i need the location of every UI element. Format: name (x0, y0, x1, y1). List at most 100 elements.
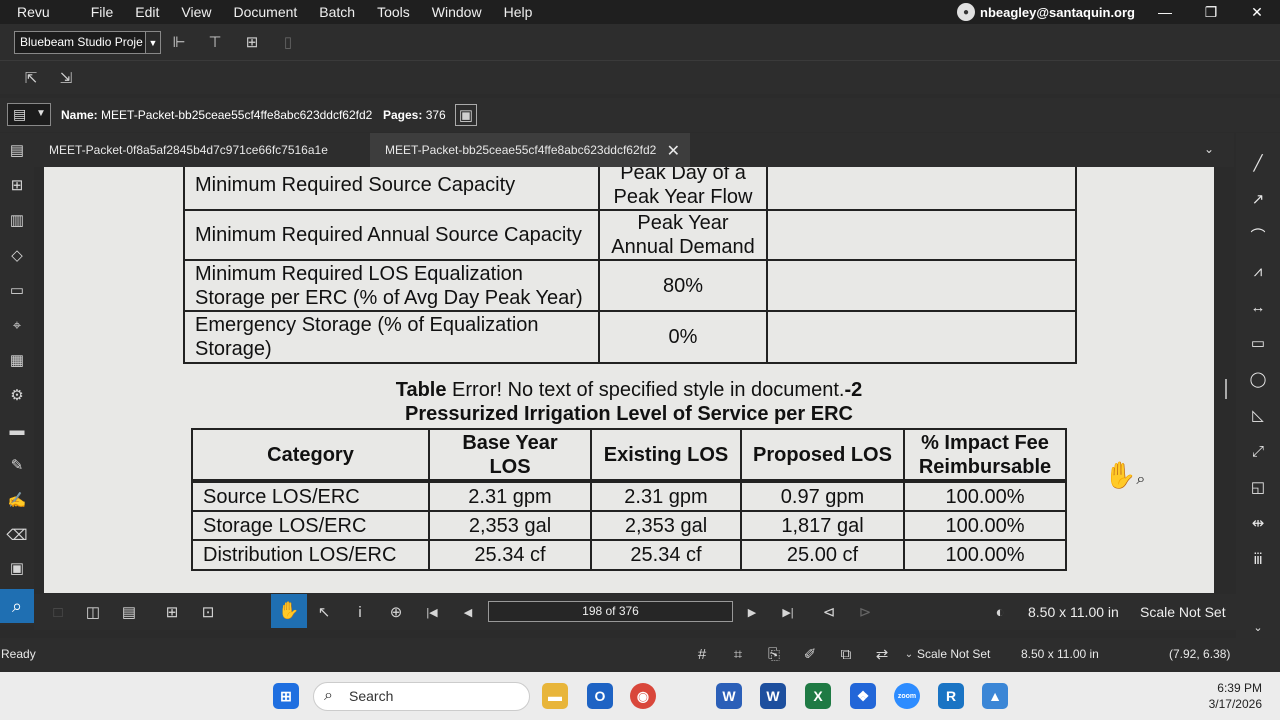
pan-tool-button[interactable]: ✋ (271, 594, 307, 628)
close-tab-icon[interactable]: ✕ (667, 141, 680, 161)
menu-edit[interactable]: Edit (124, 0, 170, 24)
studio-join-icon[interactable]: ⊩ (168, 31, 190, 53)
scroll-thumb[interactable] (1225, 379, 1227, 399)
rectangle-tool-icon[interactable]: ▭ (1247, 332, 1269, 354)
split-horizontal-icon[interactable]: ▤ (118, 601, 140, 623)
dimension-tool-icon[interactable]: ↔ (1247, 296, 1269, 318)
menu-help[interactable]: Help (493, 0, 544, 24)
text-select-icon[interactable]: Ꭵ (349, 601, 371, 623)
select-tool-icon[interactable]: ↖ (313, 601, 335, 623)
dropbox-icon[interactable]: ❖ (850, 683, 876, 709)
menu-batch[interactable]: Batch (308, 0, 366, 24)
snap-to-content-icon[interactable]: ⎘ (763, 644, 785, 664)
search-placeholder: Search (349, 688, 394, 704)
minimize-button[interactable]: — (1142, 0, 1188, 24)
photos-icon[interactable]: ▲ (982, 683, 1008, 709)
windows-start-icon[interactable]: ⊞ (273, 683, 299, 709)
header-text: % Impact Fee Reimbursable (918, 431, 1052, 478)
previous-page-icon[interactable]: ◀ (457, 601, 479, 623)
vertical-scrollbar[interactable] (1214, 167, 1236, 593)
tab-document-2[interactable]: MEET-Packet-bb25ceae55cf4ffe8abc623ddcf6… (370, 133, 690, 167)
previous-view-icon[interactable]: ⊲ (818, 601, 840, 623)
menu-view[interactable]: View (170, 0, 222, 24)
signatures-icon[interactable]: ✍ (6, 489, 28, 511)
split-vertical-icon[interactable]: ◫ (82, 601, 104, 623)
status-scale[interactable]: Scale Not Set (917, 647, 990, 661)
contrast-icon[interactable]: ◐ (989, 601, 1011, 623)
snap-to-grid-icon[interactable]: ⌗ (727, 644, 749, 664)
taskbar-clock[interactable]: 6:39 PM 3/17/2026 (1209, 680, 1262, 712)
thumbnails-icon[interactable]: ⊞ (6, 174, 28, 196)
search-panel-icon[interactable]: ⌕ (0, 589, 34, 623)
menu-tools[interactable]: Tools (366, 0, 421, 24)
measure-distance-icon[interactable]: ⇹ (1247, 512, 1269, 534)
snapshot-icon[interactable]: ⊡ (197, 601, 219, 623)
sync-status-icon[interactable]: ⇄ (871, 644, 893, 664)
document-properties-icon[interactable]: ▣ (455, 104, 477, 126)
user-avatar-icon: ● (957, 3, 976, 21)
menu-document[interactable]: Document (222, 0, 308, 24)
arrow-tool-icon[interactable]: ↗ (1247, 188, 1269, 210)
taskbar-search[interactable]: ⌕ Search (313, 682, 530, 711)
chevron-down-icon[interactable]: ⌄ (1247, 616, 1269, 638)
studio-project-dropdown[interactable]: Bluebeam Studio Proje ▼ (14, 31, 161, 54)
page-indicator[interactable]: 198 of 376 (488, 601, 733, 622)
zoom-tool-icon[interactable]: ⊕ (385, 601, 407, 623)
status-ready: Ready (1, 647, 36, 661)
markups-icon[interactable]: ✎ (6, 454, 28, 476)
user-account[interactable]: ● nbeagley@santaquin.org (957, 0, 1135, 24)
studio-upload-icon[interactable]: ⊞ (241, 31, 263, 53)
toolchest-icon[interactable]: ▭ (6, 279, 28, 301)
tab-overflow-chevron-icon[interactable]: ⌄ (1204, 142, 1214, 156)
file-explorer-icon[interactable]: ▬ (542, 683, 568, 709)
chrome-icon[interactable]: ◉ (630, 683, 656, 709)
reuse-icon[interactable]: ⧉ (835, 644, 857, 664)
document-viewport[interactable]: Minimum Required Source Capacity Peak Da… (44, 167, 1214, 593)
excel-icon[interactable]: X (805, 683, 831, 709)
scale-label[interactable]: Scale Not Set (1140, 604, 1226, 620)
file-access-icon[interactable]: ▤ (6, 139, 28, 161)
checkout-icon[interactable]: ⇱ (20, 67, 42, 89)
bluebeam-revu-icon[interactable]: R (938, 683, 964, 709)
cell-text: Minimum Required Source Capacity (195, 174, 516, 196)
measurements-icon[interactable]: ▬ (6, 419, 28, 441)
outlook-icon[interactable]: O (587, 683, 613, 709)
word-icon[interactable]: W (760, 683, 786, 709)
menu-window[interactable]: Window (421, 0, 493, 24)
stamp-icon[interactable]: ▣ (6, 557, 28, 579)
measure-length-icon[interactable]: ⤢ (1247, 440, 1269, 462)
line-tool-icon[interactable]: ╱ (1247, 152, 1269, 174)
snap-to-markup-icon[interactable]: ✐ (799, 644, 821, 664)
zoom-icon[interactable]: zoom (894, 683, 920, 709)
document-menu-button[interactable]: ▤ ▼ (7, 103, 51, 126)
spaces-icon[interactable]: ▦ (6, 349, 28, 371)
last-page-icon[interactable]: ▶| (777, 601, 799, 623)
sync-icon[interactable]: ⊞ (161, 601, 183, 623)
tab-document-1[interactable]: MEET-Packet-0f8a5af2845b4d7c971ce66fc751… (34, 133, 370, 167)
links-icon[interactable]: ⌫ (6, 524, 28, 546)
bookmarks-icon[interactable]: ▥ (6, 209, 28, 231)
next-view-icon[interactable]: ⊳ (854, 601, 876, 623)
polyline-tool-icon[interactable]: ⩘ (1247, 260, 1269, 282)
word-icon[interactable]: W (716, 683, 742, 709)
arc-tool-icon[interactable]: ⌒ (1247, 224, 1269, 246)
restore-button[interactable]: ❐ (1188, 0, 1234, 24)
next-page-icon[interactable]: ▶ (741, 601, 763, 623)
polygon-tool-icon[interactable]: ◺ (1247, 404, 1269, 426)
measure-area-icon[interactable]: ◱ (1247, 476, 1269, 498)
first-page-icon[interactable]: |◀ (421, 601, 443, 623)
menu-revu[interactable]: Revu (0, 0, 80, 24)
layers-icon[interactable]: ◇ (6, 244, 28, 266)
count-tool-icon[interactable]: ⅲ (1247, 548, 1269, 570)
tab-label: MEET-Packet-0f8a5af2845b4d7c971ce66fc751… (49, 143, 328, 157)
properties-gear-icon[interactable]: ⚙ (6, 384, 28, 406)
checkin-icon[interactable]: ⇲ (55, 67, 77, 89)
close-window-button[interactable]: ✕ (1234, 0, 1280, 24)
ellipse-tool-icon[interactable]: ◯ (1247, 368, 1269, 390)
single-page-icon[interactable]: □ (47, 601, 69, 623)
studio-share-icon[interactable]: ⊤ (204, 31, 226, 53)
studio-doc-icon[interactable]: ▯ (277, 31, 299, 53)
menu-file[interactable]: File (80, 0, 125, 24)
places-icon[interactable]: ⌖ (6, 314, 28, 336)
grid-icon[interactable]: # (691, 644, 713, 664)
